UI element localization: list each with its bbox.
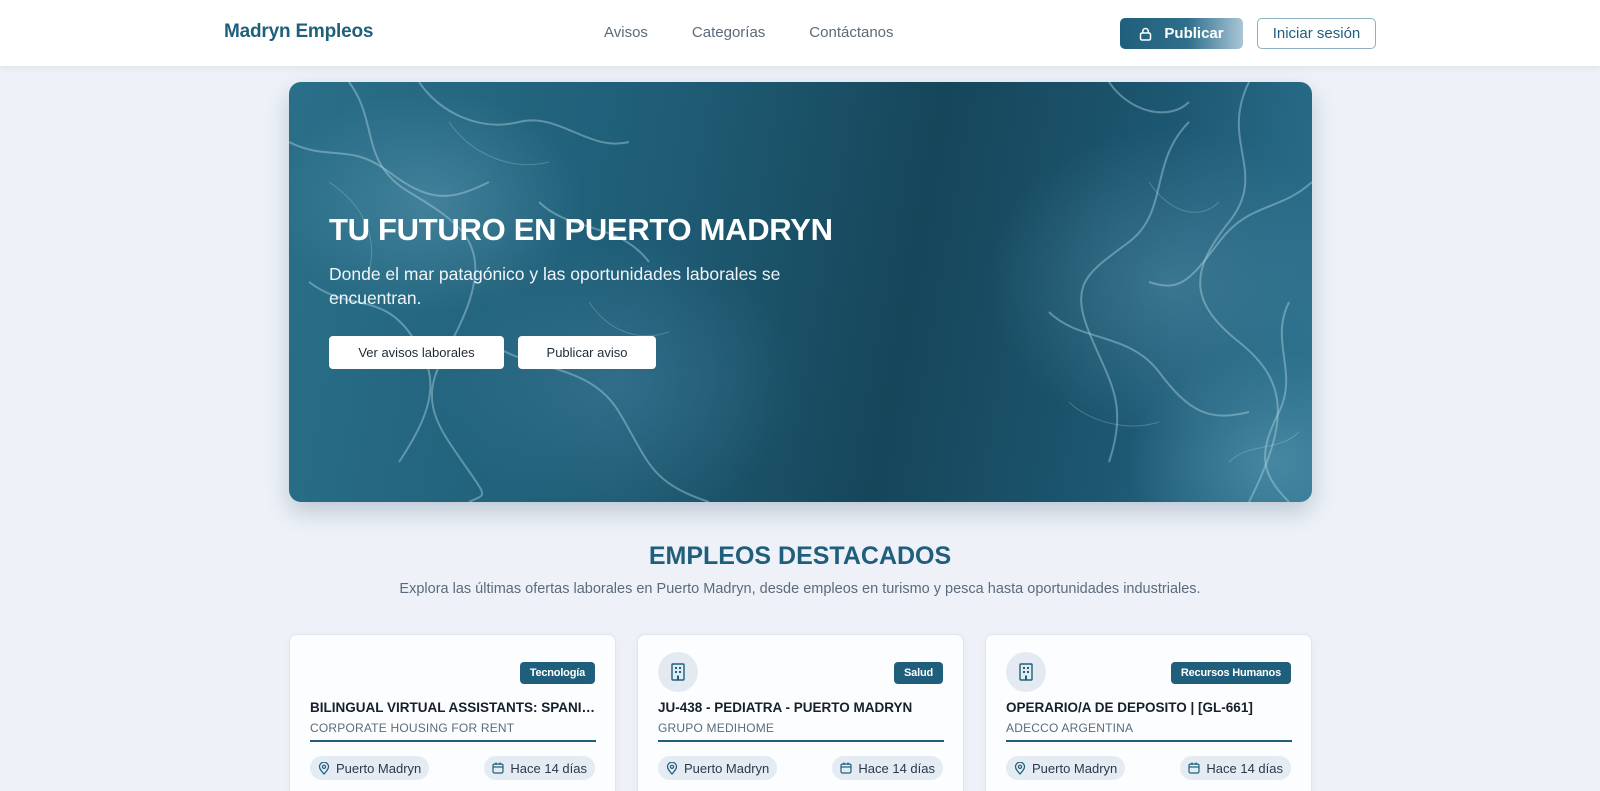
job-card[interactable]: Recursos Humanos OPERARIO/A DE DEPOSITO … bbox=[985, 634, 1312, 791]
location-label: Puerto Madryn bbox=[1032, 760, 1118, 776]
company-avatar bbox=[658, 652, 698, 692]
job-card[interactable]: Salud JU-438 - PEDIATRA - PUERTO MADRYN … bbox=[637, 634, 964, 791]
company-name: CORPORATE HOUSING FOR RENT bbox=[310, 721, 515, 735]
location-chip: Puerto Madryn bbox=[1006, 756, 1126, 780]
job-card[interactable]: Tecnología BILINGUAL VIRTUAL ASSISTANTS:… bbox=[289, 634, 616, 791]
job-title[interactable]: OPERARIO/A DE DEPOSITO | [GL-661] bbox=[1006, 700, 1293, 715]
location-label: Puerto Madryn bbox=[336, 760, 422, 776]
nav-link-contactanos[interactable]: Contáctanos bbox=[809, 24, 893, 41]
login-button[interactable]: Iniciar sesión bbox=[1257, 18, 1376, 49]
location-chip: Puerto Madryn bbox=[658, 756, 778, 780]
calendar-icon bbox=[1188, 762, 1200, 774]
posted-chip: Hace 14 días bbox=[832, 756, 943, 780]
location-chip: Puerto Madryn bbox=[310, 756, 430, 780]
lock-icon bbox=[1140, 27, 1152, 41]
company-name: ADECCO ARGENTINA bbox=[1006, 721, 1134, 735]
featured-subtitle: Explora las últimas ofertas laborales en… bbox=[399, 581, 1201, 597]
calendar-icon bbox=[492, 762, 504, 774]
calendar-icon bbox=[840, 762, 852, 774]
company-avatar bbox=[1006, 652, 1046, 692]
category-badge: Recursos Humanos bbox=[1170, 662, 1291, 684]
featured-title: EMPLEOS DESTACADOS bbox=[648, 542, 952, 570]
map-pin-icon bbox=[666, 761, 678, 775]
location-label: Puerto Madryn bbox=[684, 760, 770, 776]
posted-label: Hace 14 días bbox=[510, 760, 587, 776]
card-divider bbox=[658, 740, 944, 742]
nav-link-avisos[interactable]: Avisos bbox=[604, 24, 648, 41]
hero-banner: TU FUTURO EN PUERTO MADRYN Donde el mar … bbox=[289, 82, 1312, 502]
company-name: GRUPO MEDIHOME bbox=[658, 721, 775, 735]
brand-logo[interactable]: Madryn Empleos bbox=[224, 21, 373, 43]
job-title[interactable]: BILINGUAL VIRTUAL ASSISTANTS: SPANISH/… bbox=[310, 700, 597, 715]
posted-label: Hace 14 días bbox=[858, 760, 935, 776]
posted-label: Hace 14 días bbox=[1206, 760, 1283, 776]
hero-title: TU FUTURO EN PUERTO MADRYN bbox=[329, 212, 833, 247]
posted-chip: Hace 14 días bbox=[484, 756, 595, 780]
card-divider bbox=[1006, 740, 1292, 742]
publish-button-label: Publicar bbox=[1164, 25, 1224, 42]
card-divider bbox=[310, 740, 596, 742]
hero-subtitle: Donde el mar patagónico y las oportunida… bbox=[329, 264, 781, 308]
post-job-button[interactable]: Publicar aviso bbox=[518, 336, 656, 369]
navbar: Madryn Empleos Avisos Categorías Contáct… bbox=[0, 0, 1600, 67]
main-nav: Avisos Categorías Contáctanos bbox=[604, 24, 938, 41]
category-badge: Tecnología bbox=[519, 662, 595, 684]
job-title[interactable]: JU-438 - PEDIATRA - PUERTO MADRYN bbox=[658, 700, 945, 715]
nav-link-categorias[interactable]: Categorías bbox=[692, 24, 765, 41]
building-icon bbox=[671, 663, 685, 681]
map-pin-icon bbox=[318, 761, 330, 775]
posted-chip: Hace 14 días bbox=[1180, 756, 1291, 780]
building-icon bbox=[1019, 663, 1033, 681]
publish-button[interactable]: Publicar bbox=[1120, 18, 1243, 49]
category-badge: Salud bbox=[894, 662, 943, 684]
map-pin-icon bbox=[1014, 761, 1026, 775]
view-jobs-button[interactable]: Ver avisos laborales bbox=[329, 336, 504, 369]
